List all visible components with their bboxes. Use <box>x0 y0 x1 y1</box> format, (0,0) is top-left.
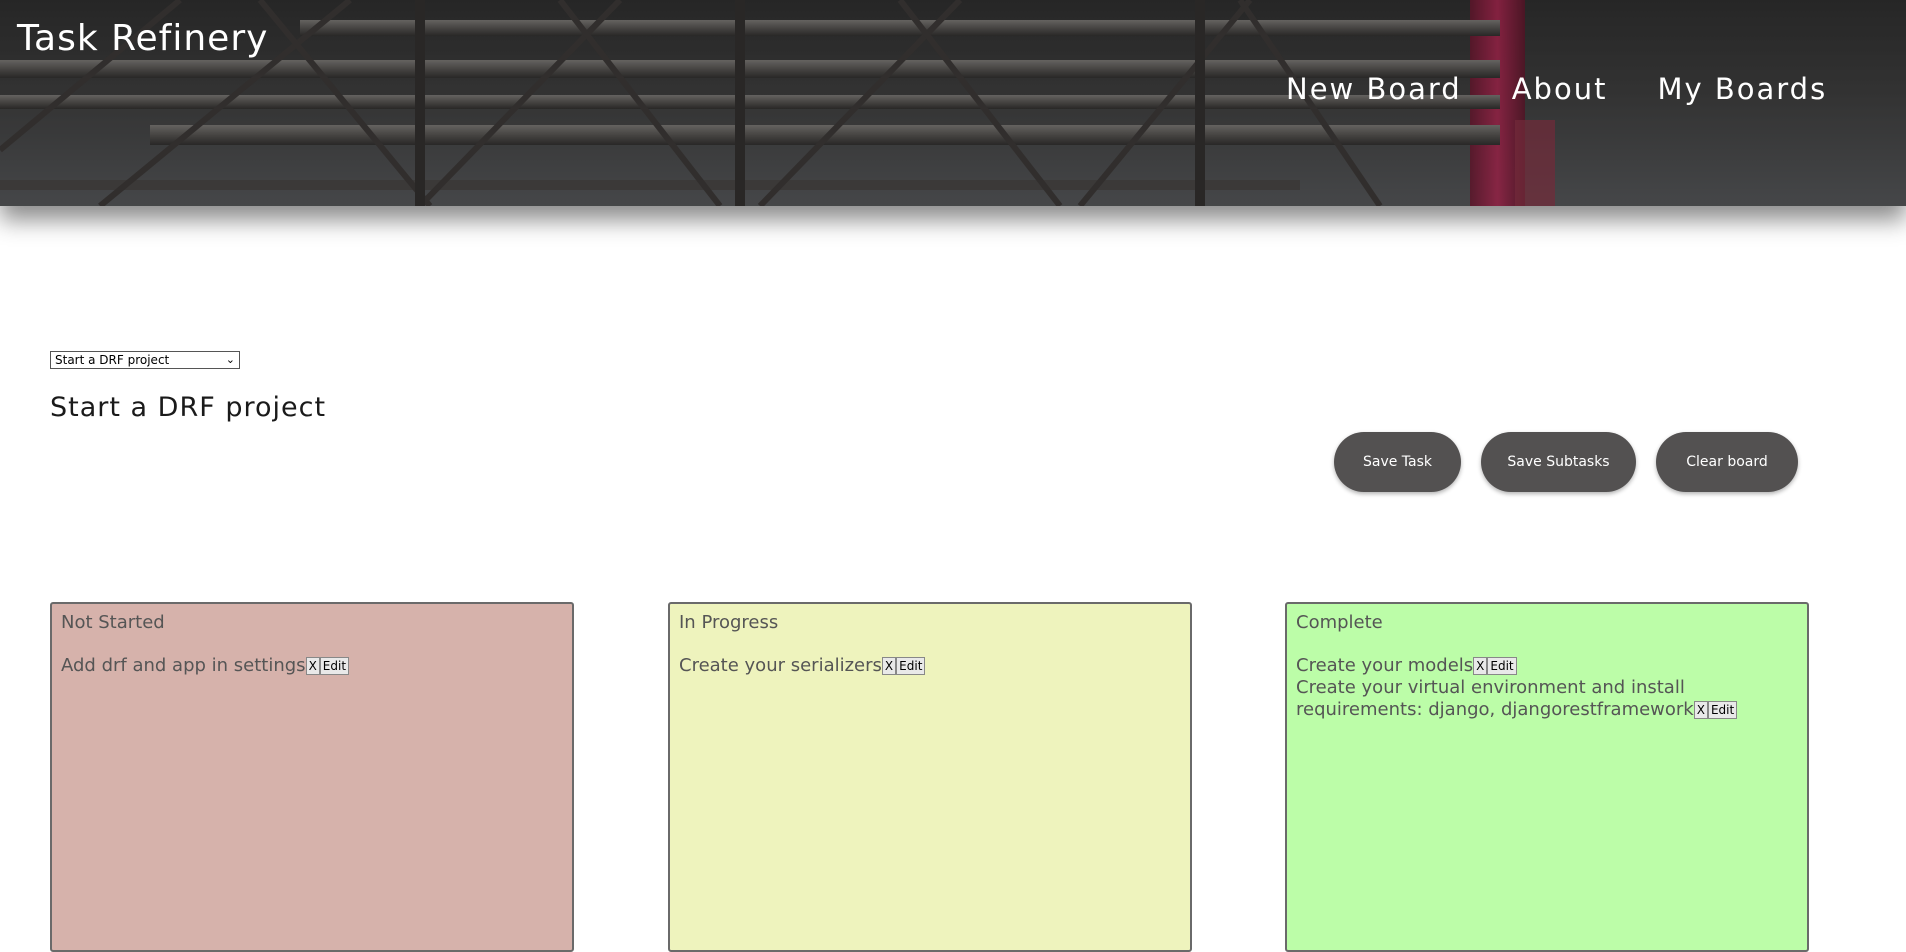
edit-task-button[interactable]: Edit <box>1487 657 1517 675</box>
edit-task-button[interactable]: Edit <box>896 657 926 675</box>
board-title: Start a DRF project <box>50 392 327 423</box>
edit-task-button[interactable]: Edit <box>319 657 350 675</box>
task-item[interactable]: Create your virtual environment and inst… <box>1296 677 1798 721</box>
nav-new-board[interactable]: New Board <box>1286 72 1462 106</box>
delete-task-button[interactable]: X <box>305 657 320 675</box>
main-nav: New Board About My Boards <box>1286 72 1827 106</box>
board-select-value: Start a DRF project <box>55 353 170 367</box>
board-select[interactable]: Start a DRF project ⌄ <box>50 351 240 369</box>
chevron-down-icon: ⌄ <box>225 353 235 366</box>
column-title: Complete <box>1296 612 1383 633</box>
header-banner: Task Refinery New Board About My Boards <box>0 0 1906 206</box>
clear-board-button[interactable]: Clear board <box>1656 432 1798 492</box>
task-text: Create your serializers <box>679 655 882 676</box>
task-text: Add drf and app in settings <box>61 655 306 676</box>
save-subtasks-button[interactable]: Save Subtasks <box>1481 432 1636 492</box>
nav-my-boards[interactable]: My Boards <box>1657 72 1827 106</box>
save-task-button[interactable]: Save Task <box>1334 432 1461 492</box>
edit-task-button[interactable]: Edit <box>1707 701 1738 719</box>
task-text: Create your virtual environment and inst… <box>1296 677 1694 720</box>
task-item[interactable]: Add drf and app in settings X Edit <box>61 655 563 677</box>
brand-title[interactable]: Task Refinery <box>17 18 268 59</box>
nav-about[interactable]: About <box>1512 72 1608 106</box>
column-not-started: Not Started Add drf and app in settings X… <box>50 602 574 952</box>
delete-task-button[interactable]: X <box>1473 657 1488 675</box>
column-title: Not Started <box>61 612 165 633</box>
task-item[interactable]: Create your models X Edit <box>1296 655 1798 677</box>
task-text: Create your models <box>1296 655 1474 676</box>
column-title: In Progress <box>679 612 779 633</box>
delete-task-button[interactable]: X <box>881 657 897 675</box>
task-item[interactable]: Create your serializers X Edit <box>679 655 1181 677</box>
delete-task-button[interactable]: X <box>1693 701 1708 719</box>
column-in-progress: In Progress Create your serializers X Edit <box>668 602 1192 952</box>
column-complete: Complete Create your models X Edit Create … <box>1285 602 1809 952</box>
